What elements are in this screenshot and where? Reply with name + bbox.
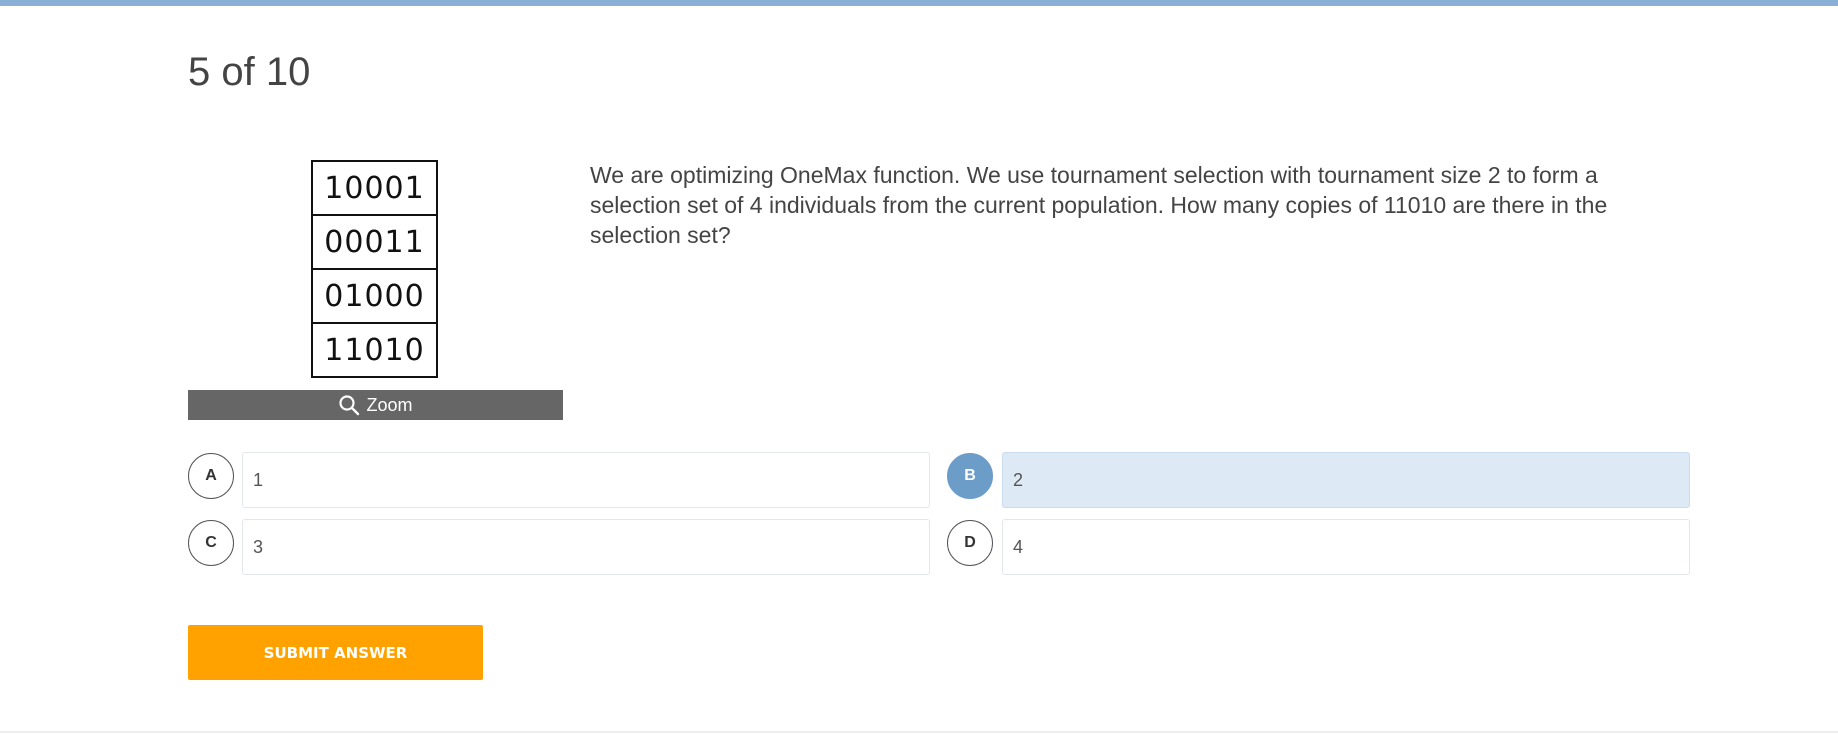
bottom-divider bbox=[0, 731, 1838, 733]
option-c-letter[interactable]: C bbox=[188, 520, 234, 566]
magnifier-icon bbox=[339, 395, 360, 416]
population-cell: 00011 bbox=[311, 214, 438, 270]
option-c[interactable]: 3 bbox=[242, 519, 930, 575]
option-a[interactable]: 1 bbox=[242, 452, 930, 508]
option-b-letter[interactable]: B bbox=[947, 453, 993, 499]
question-figure: 10001 00011 01000 11010 Zoom bbox=[188, 158, 563, 420]
question-text: We are optimizing OneMax function. We us… bbox=[590, 162, 1608, 248]
option-c-value: 3 bbox=[253, 536, 264, 557]
population-cell: 01000 bbox=[311, 268, 438, 324]
option-b-value: 2 bbox=[1013, 469, 1024, 490]
option-d[interactable]: 4 bbox=[1002, 519, 1690, 575]
option-d-value: 4 bbox=[1013, 536, 1024, 557]
population-cell: 10001 bbox=[311, 160, 438, 216]
zoom-button[interactable]: Zoom bbox=[188, 390, 563, 420]
population-cell: 11010 bbox=[311, 322, 438, 378]
top-accent-bar bbox=[0, 0, 1838, 6]
option-b[interactable]: 2 bbox=[1002, 452, 1690, 508]
option-a-letter[interactable]: A bbox=[188, 453, 234, 499]
question-progress: 5 of 10 bbox=[188, 50, 311, 94]
zoom-label: Zoom bbox=[366, 394, 413, 415]
option-a-value: 1 bbox=[253, 469, 264, 490]
population-table: 10001 00011 01000 11010 bbox=[311, 160, 438, 378]
option-d-letter[interactable]: D bbox=[947, 520, 993, 566]
submit-answer-button[interactable]: SUBMIT ANSWER bbox=[188, 625, 483, 680]
